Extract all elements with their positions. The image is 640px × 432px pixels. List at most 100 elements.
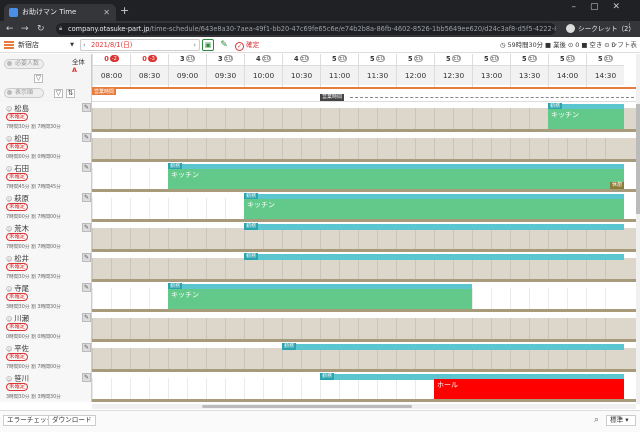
edit-row-icon[interactable]: ✎ <box>82 313 91 322</box>
business-hours-bar: 営業時間 営業時間 <box>92 87 636 102</box>
staff-row: 川瀬未確定0時間00分 割 0時間00分✎ <box>0 312 640 342</box>
filter-icon-2[interactable]: ▽ <box>54 89 63 98</box>
status-badge: 未確定 <box>6 233 29 241</box>
break-tag[interactable]: 休憩 <box>610 182 625 189</box>
row-bottom-strip <box>92 399 636 402</box>
horizontal-scrollbar[interactable] <box>92 404 636 409</box>
staff-count: 5 ±0 <box>446 55 461 63</box>
store-name: 新宿店 <box>18 41 39 49</box>
work-tag[interactable]: 勤務 <box>244 223 259 230</box>
business-hours-line <box>92 87 636 89</box>
hamburger-menu-icon[interactable] <box>4 41 14 49</box>
filter-icon[interactable]: ▽ <box>34 74 43 83</box>
time-label: 11:30 <box>359 65 396 85</box>
staff-hours: 3時間30分 割 3時間30分 <box>6 395 61 400</box>
work-bar[interactable] <box>296 344 624 350</box>
edit-row-icon[interactable]: ✎ <box>82 373 91 382</box>
browser-address-bar: ← → ↻ 🔒︎ company.otasuke-part.jp/time-sc… <box>0 21 640 37</box>
status-badge: 未確定 <box>6 263 29 271</box>
required-people-filter[interactable]: 必要人数 <box>4 59 44 69</box>
staff-count: 5 ±0 <box>370 55 385 63</box>
diff-badge: ±0 <box>565 55 575 62</box>
work-tag[interactable]: 勤務 <box>320 373 335 380</box>
store-select[interactable]: 新宿店 ▼ <box>18 39 74 51</box>
staff-count: 3 ±0 <box>180 55 195 63</box>
assignment-block[interactable]: キッチン <box>168 289 472 309</box>
staff-count: 0 -2 <box>104 55 119 63</box>
staff-count: 5 ±0 <box>484 55 499 63</box>
back-icon[interactable]: ← <box>6 22 14 36</box>
diff-badge: ±0 <box>185 55 195 62</box>
edit-row-icon[interactable]: ✎ <box>82 253 91 262</box>
url-path: /time-schedule/643e8a30-7aea-49f1-bb20-4… <box>149 25 556 33</box>
confirm-button[interactable]: ✓ 確定 <box>235 39 259 51</box>
vertical-scroll-thumb[interactable] <box>636 104 640 214</box>
prev-date-icon[interactable]: ‹ <box>83 40 86 50</box>
work-bar[interactable] <box>258 254 624 260</box>
time-column: 0 -2 08:00 <box>92 54 130 87</box>
staff-hours: 0時間00分 割 0時間00分 <box>6 335 61 340</box>
business-hours-label: 営業時間 <box>92 89 117 95</box>
work-bar[interactable] <box>258 224 624 230</box>
download-button[interactable]: ダウンロード <box>48 415 96 426</box>
edit-button[interactable]: ✎ <box>218 39 230 51</box>
shift-table-button[interactable]: シフト表 <box>611 39 637 51</box>
sort-order-filter[interactable]: 表示順 <box>4 88 44 98</box>
next-date-icon[interactable]: › <box>193 40 196 50</box>
time-column: 3 ±0 09:30 <box>206 54 244 87</box>
staff-count: 3 ±0 <box>218 55 233 63</box>
reload-icon[interactable]: ↻ <box>37 22 45 36</box>
time-label: 11:00 <box>321 65 358 85</box>
staff-count: 5 ±0 <box>560 55 575 63</box>
staff-row: 勤務キッチン松島未確定7時間30分 割 7時間30分✎ <box>0 102 640 132</box>
edit-row-icon[interactable]: ✎ <box>82 193 91 202</box>
time-label: 14:30 <box>587 65 624 85</box>
url-host: company.otasuke-part.jp <box>68 25 150 33</box>
diff-badge: ±0 <box>489 55 499 62</box>
diff-badge: ±0 <box>603 55 613 62</box>
edit-row-icon[interactable]: ✎ <box>82 103 91 112</box>
time-label: 12:30 <box>435 65 472 85</box>
edit-row-icon[interactable]: ✎ <box>82 223 91 232</box>
status-badge: 未確定 <box>6 203 29 211</box>
browser-tab[interactable]: お助けマン Time ✕ <box>4 4 116 21</box>
time-column: 5 ±0 12:00 <box>396 54 434 87</box>
vertical-scrollbar[interactable] <box>636 54 640 404</box>
window-controls[interactable]: –▢✕ <box>571 2 634 12</box>
edit-row-icon[interactable]: ✎ <box>82 343 91 352</box>
close-tab-icon[interactable]: ✕ <box>103 4 110 21</box>
app-toolbar: 新宿店 ▼ ‹ 2021/8/1(日) › ▣ ✎ ✓ 確定 ◷ 59時間30分 … <box>0 37 640 53</box>
forward-icon[interactable]: → <box>21 22 29 36</box>
staff-label: 笹川未確定3時間30分 割 3時間30分✎ <box>0 372 92 402</box>
new-tab-button[interactable]: + <box>120 4 129 18</box>
staff-hours: 0時間00分 割 0時間00分 <box>6 155 61 160</box>
grid-header-left: 必要人数 全体 A ▽ 表示順 ▽ ⇅ <box>0 54 92 102</box>
edit-row-icon[interactable]: ✎ <box>82 133 91 142</box>
assignment-block[interactable]: ホール <box>434 379 624 399</box>
time-column: 5 ±0 11:30 <box>358 54 396 87</box>
staff-label: 平佐未確定7時間00分 割 7時間00分✎ <box>0 342 92 372</box>
diff-badge: ±0 <box>451 55 461 62</box>
edit-row-icon[interactable]: ✎ <box>82 163 91 172</box>
staff-count: 5 ±0 <box>598 55 613 63</box>
edit-row-icon[interactable]: ✎ <box>82 283 91 292</box>
assignment-block[interactable]: キッチン <box>548 109 624 129</box>
staff-hours: 7時間45分 割 7時間45分 <box>6 185 61 190</box>
assignment-block[interactable]: キッチン <box>244 199 624 219</box>
browser-menu-icon[interactable]: ⋮ <box>625 23 634 33</box>
work-tag[interactable]: 勤務 <box>244 253 259 260</box>
row-top-strip <box>92 312 636 318</box>
save-button[interactable]: ▣ <box>202 39 214 51</box>
diff-badge: -2 <box>109 55 119 62</box>
time-column: 5 ±0 11:00 <box>320 54 358 87</box>
staff-row: 勤務松井未確定7時間30分 割 7時間30分✎ <box>0 252 640 282</box>
date-picker[interactable]: ‹ 2021/8/1(日) › <box>80 39 200 51</box>
sort-icon[interactable]: ⇅ <box>66 89 75 98</box>
time-column: 4 ±0 10:30 <box>282 54 320 87</box>
horizontal-scroll-thumb[interactable] <box>202 405 412 408</box>
work-tag[interactable]: 勤務 <box>282 343 297 350</box>
url-input[interactable]: 🔒︎ company.otasuke-part.jp/time-schedule… <box>56 23 556 35</box>
assignment-block[interactable]: キッチン <box>168 169 624 189</box>
zoom-select[interactable]: 標準 ▾ <box>606 415 636 426</box>
time-label: 13:30 <box>511 65 548 85</box>
